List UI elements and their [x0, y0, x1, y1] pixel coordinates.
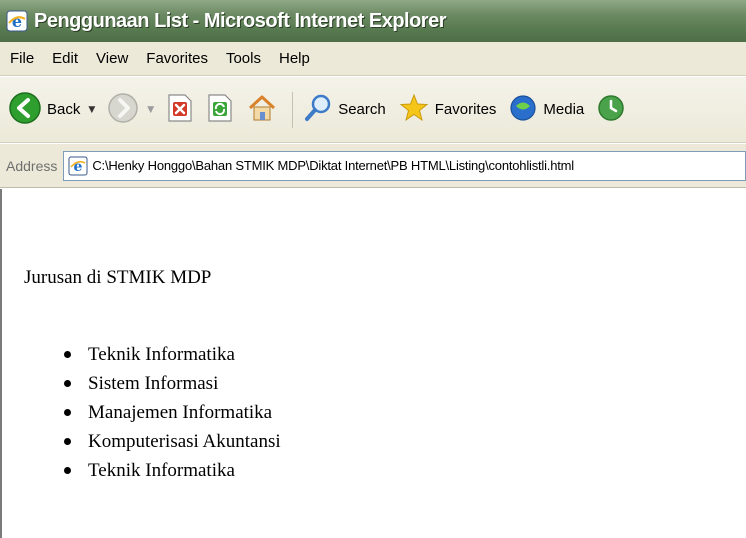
list-item: Teknik Informatika	[64, 340, 281, 369]
media-label: Media	[543, 101, 585, 118]
list-item-text: Manajemen Informatika	[88, 401, 273, 423]
menu-file[interactable]: File	[10, 50, 34, 67]
list-item-text: Teknik Informatika	[88, 343, 235, 365]
forward-arrow-icon	[107, 92, 139, 128]
history-button[interactable]	[596, 93, 626, 127]
home-button[interactable]	[246, 92, 278, 128]
stop-button[interactable]	[166, 93, 194, 127]
list-item-text: Teknik Informatika	[88, 459, 235, 481]
star-icon	[398, 92, 430, 128]
menu-edit[interactable]: Edit	[52, 50, 78, 67]
svg-text:e: e	[12, 12, 22, 31]
menu-bar: File Edit View Favorites Tools Help	[0, 42, 746, 76]
stop-icon	[166, 93, 194, 127]
page-content: Jurusan di STMIK MDP Teknik Informatika …	[0, 189, 746, 538]
favorites-label: Favorites	[434, 101, 497, 118]
address-input[interactable]: e C:\Henky Honggo\Bahan STMIK MDP\Diktat…	[63, 150, 746, 181]
search-icon	[303, 93, 333, 127]
menu-view[interactable]: View	[96, 50, 128, 67]
back-arrow-icon	[8, 91, 42, 129]
page-heading: Jurusan di STMIK MDP	[24, 267, 212, 288]
media-icon	[508, 93, 538, 127]
list-item: Manajemen Informatika	[64, 398, 281, 427]
address-label: Address	[6, 157, 58, 174]
favorites-button[interactable]: Favorites	[398, 92, 497, 128]
media-button[interactable]: Media	[508, 93, 584, 127]
forward-dropdown-icon[interactable]: ▼	[147, 105, 154, 115]
address-bar: Address e C:\Henky Honggo\Bahan STMIK MD…	[0, 144, 746, 188]
address-url: C:\Henky Honggo\Bahan STMIK MDP\Diktat I…	[92, 158, 574, 173]
back-dropdown-icon[interactable]: ▼	[88, 105, 95, 115]
bullet-icon	[64, 409, 71, 416]
search-button[interactable]: Search	[303, 93, 386, 127]
list-item-text: Sistem Informasi	[88, 372, 219, 394]
jurusan-list: Teknik Informatika Sistem Informasi Mana…	[64, 340, 281, 485]
home-icon	[246, 92, 278, 128]
bullet-icon	[64, 438, 71, 445]
refresh-icon	[206, 93, 234, 127]
ie-logo-icon: e	[6, 10, 28, 32]
back-label: Back	[47, 101, 81, 118]
page-icon: e	[68, 156, 88, 176]
bullet-icon	[64, 467, 71, 474]
menu-help[interactable]: Help	[279, 50, 310, 67]
list-item-text: Komputerisasi Akuntansi	[88, 430, 281, 452]
bullet-icon	[64, 380, 71, 387]
forward-button[interactable]: ▼	[107, 92, 154, 128]
refresh-button[interactable]	[206, 93, 234, 127]
list-item: Teknik Informatika	[64, 456, 281, 485]
back-button[interactable]: Back ▼	[8, 91, 95, 129]
window-title: Penggunaan List - Microsoft Internet Exp…	[34, 9, 447, 32]
bullet-icon	[64, 351, 71, 358]
toolbar-separator	[292, 91, 294, 128]
list-item: Sistem Informasi	[64, 369, 281, 398]
history-icon	[596, 93, 626, 127]
title-bar[interactable]: e Penggunaan List - Microsoft Internet E…	[0, 0, 746, 42]
menu-tools[interactable]: Tools	[226, 50, 261, 67]
list-item: Komputerisasi Akuntansi	[64, 427, 281, 456]
menu-favorites[interactable]: Favorites	[146, 50, 208, 67]
search-label: Search	[338, 101, 386, 118]
toolbar: Back ▼ ▼ Search Favorites Media	[0, 77, 746, 143]
